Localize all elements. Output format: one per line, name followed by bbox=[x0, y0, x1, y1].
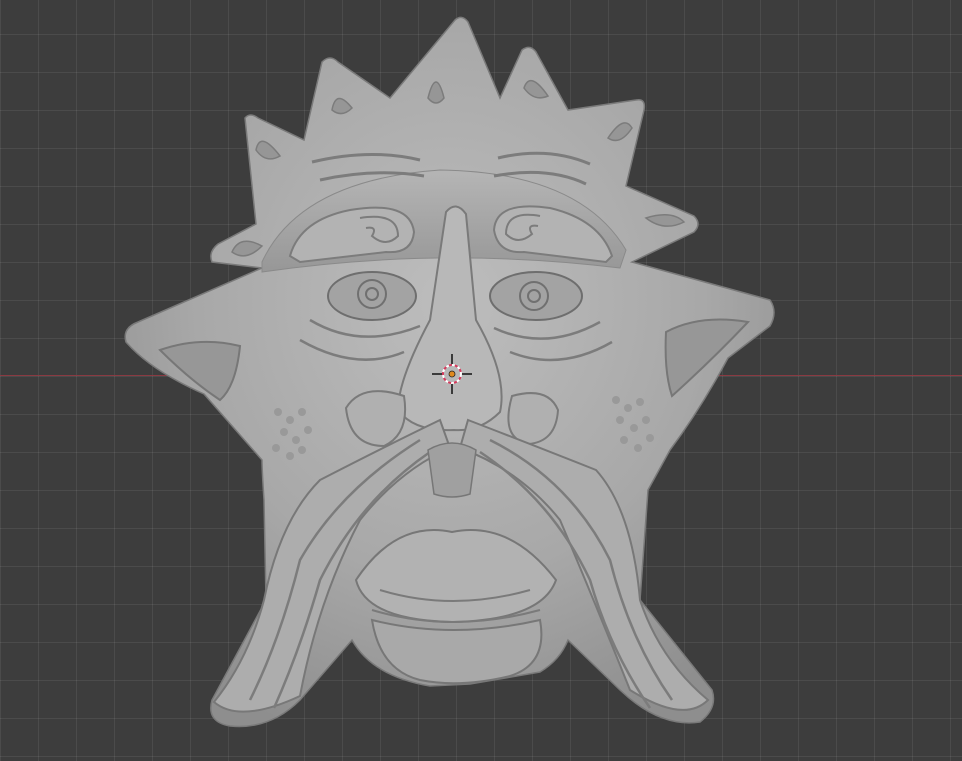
eye-left bbox=[327, 271, 417, 321]
3d-cursor-icon[interactable] bbox=[432, 354, 472, 394]
eye-right bbox=[489, 271, 583, 321]
3d-viewport[interactable] bbox=[0, 0, 962, 761]
origin-point-icon bbox=[448, 370, 456, 378]
sculpted-face-mesh[interactable] bbox=[0, 0, 962, 761]
upper-lip-groove bbox=[427, 442, 477, 498]
